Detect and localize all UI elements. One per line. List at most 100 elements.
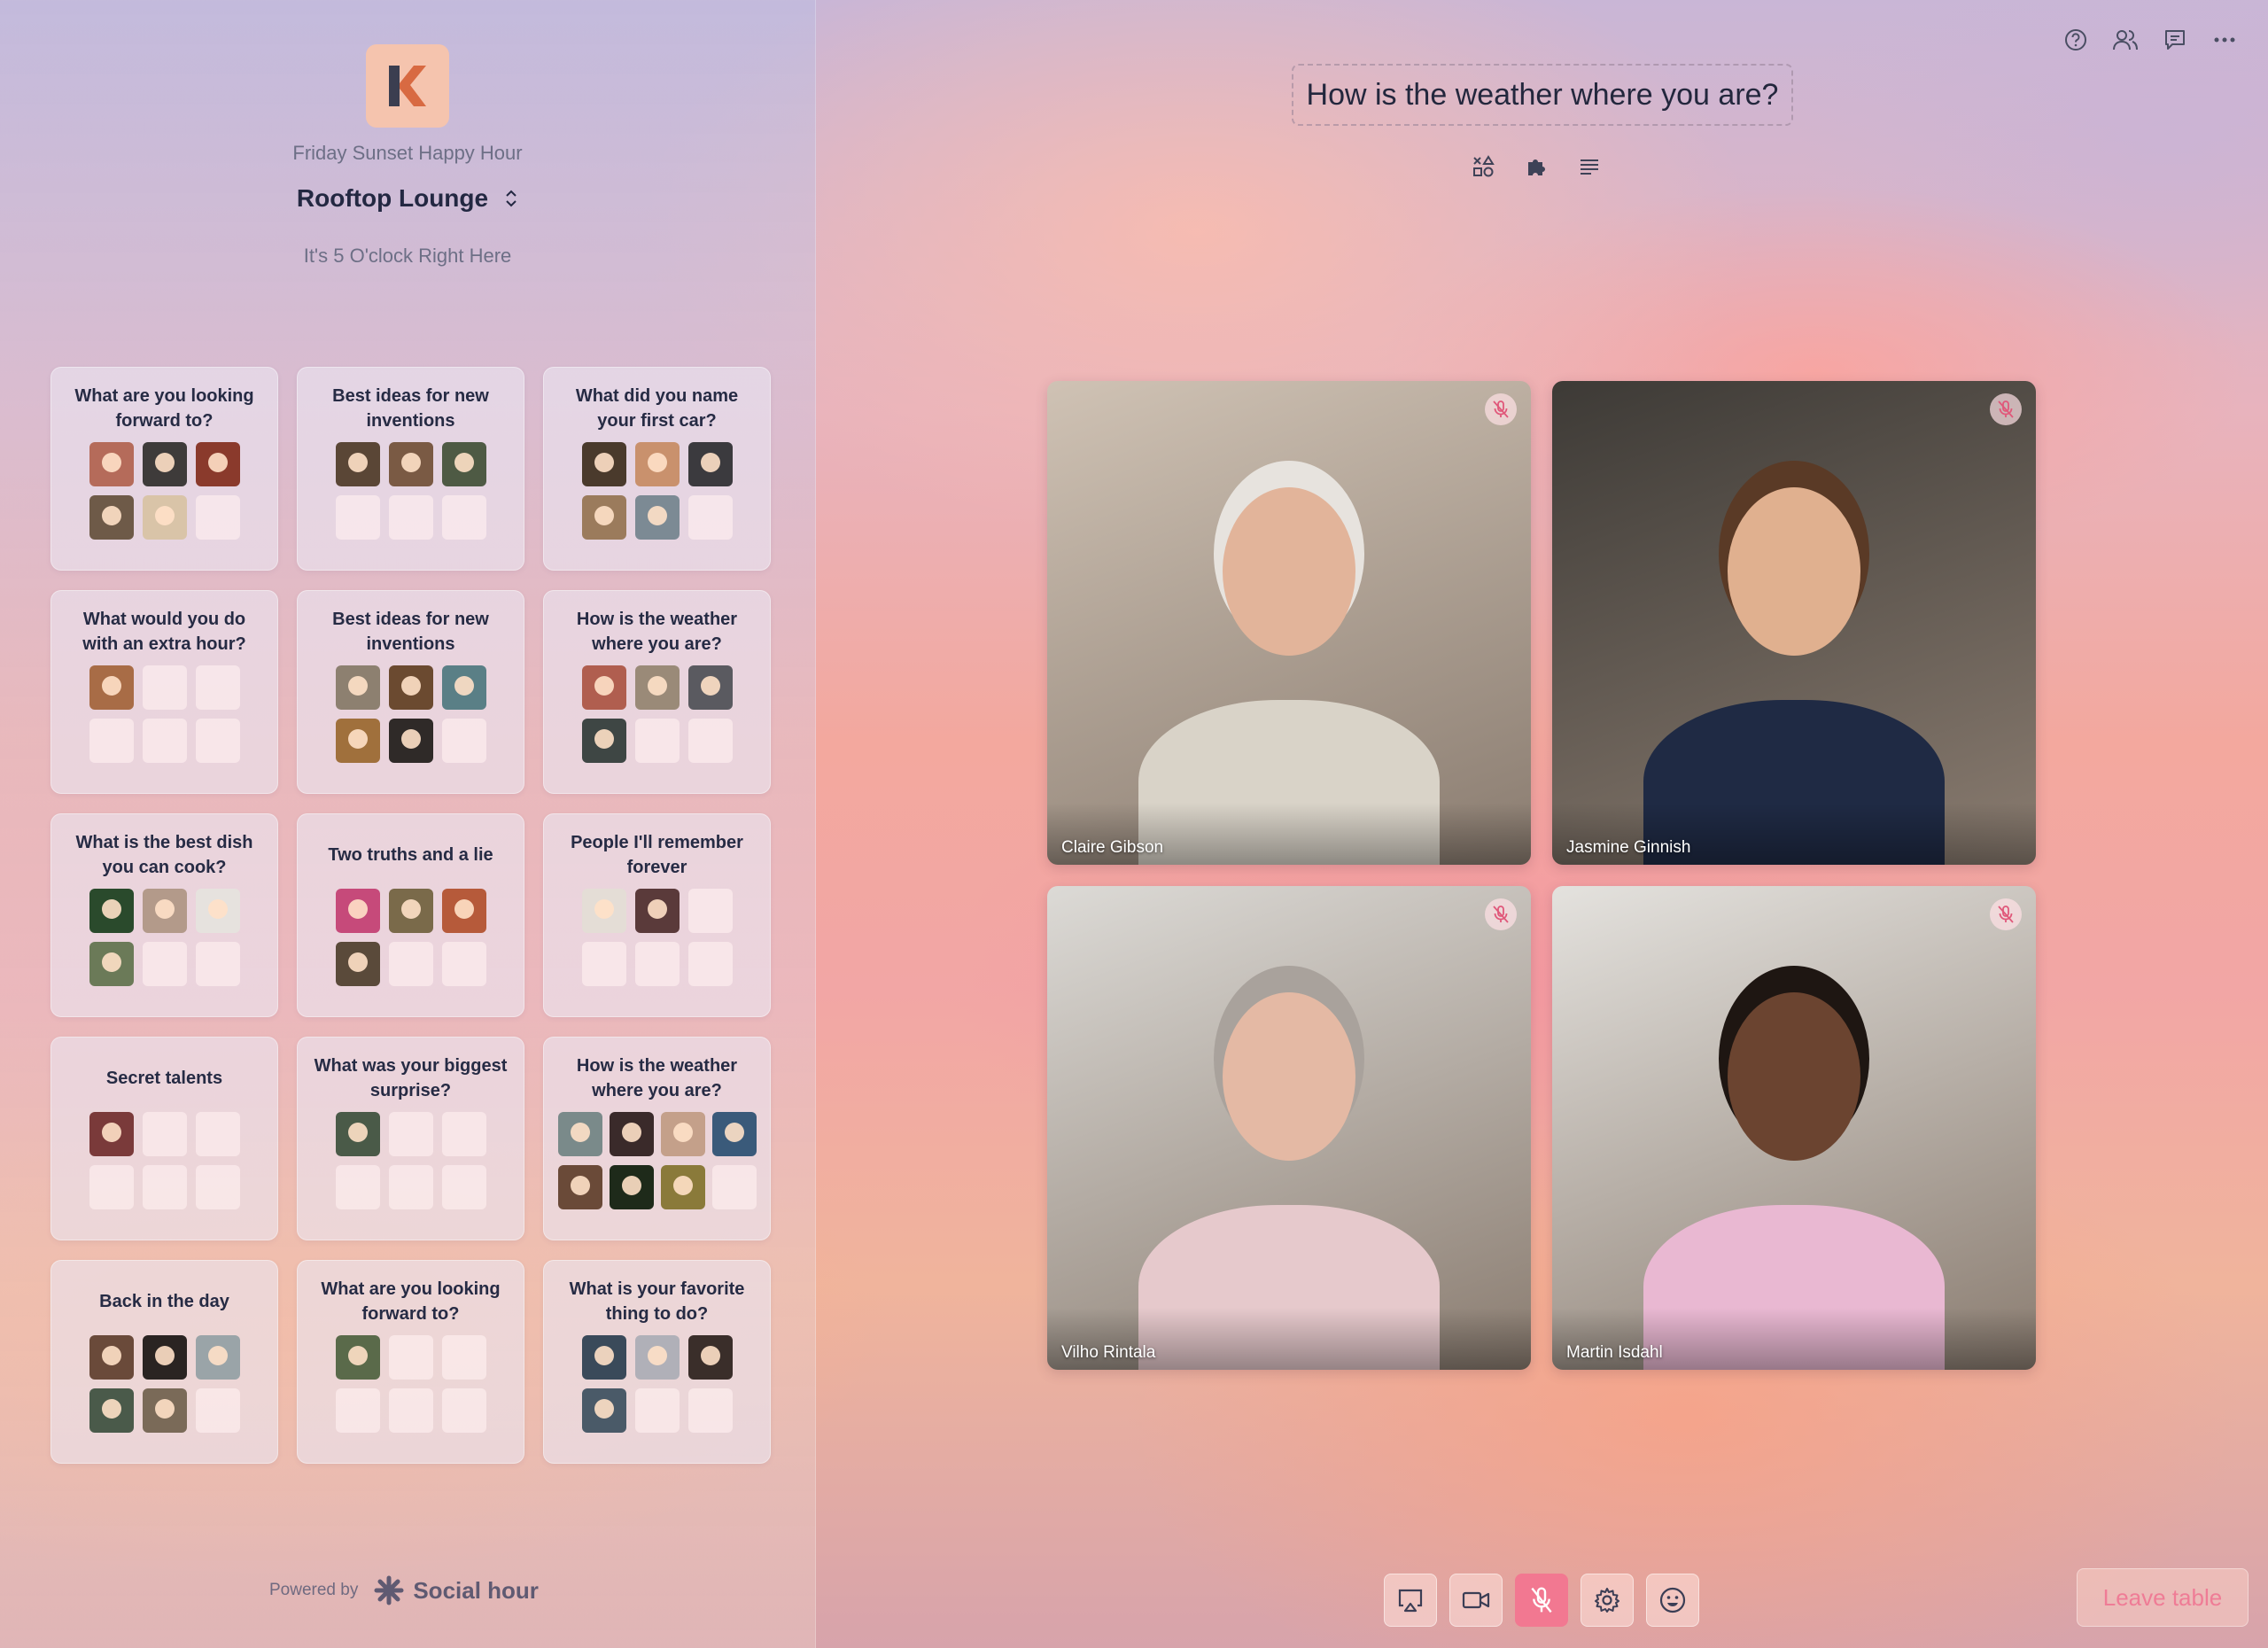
participant-avatar[interactable] — [441, 442, 486, 486]
mic-button[interactable] — [1515, 1574, 1568, 1627]
settings-button[interactable] — [1581, 1574, 1634, 1627]
table-card[interactable]: Secret talents — [50, 1037, 278, 1240]
empty-seat[interactable] — [441, 1388, 486, 1433]
participant-avatar[interactable] — [581, 889, 626, 933]
empty-seat[interactable] — [687, 719, 733, 763]
participant-avatar[interactable] — [581, 665, 626, 710]
empty-seat[interactable] — [634, 942, 680, 986]
participant-avatar[interactable] — [388, 442, 433, 486]
empty-seat[interactable] — [195, 665, 240, 710]
participant-avatar[interactable] — [687, 1335, 733, 1380]
participant-avatar[interactable] — [89, 1388, 134, 1433]
empty-seat[interactable] — [441, 495, 486, 540]
empty-seat[interactable] — [142, 1112, 187, 1156]
video-tile[interactable]: Claire Gibson — [1047, 381, 1531, 865]
shapes-icon[interactable] — [1471, 154, 1495, 179]
table-card[interactable]: What is your favorite thing to do? — [543, 1260, 771, 1464]
empty-seat[interactable] — [441, 1335, 486, 1380]
participant-avatar[interactable] — [335, 665, 380, 710]
empty-seat[interactable] — [142, 942, 187, 986]
empty-seat[interactable] — [335, 1165, 380, 1209]
table-card[interactable]: What would you do with an extra hour? — [50, 590, 278, 794]
participant-avatar[interactable] — [195, 1335, 240, 1380]
table-card[interactable]: How is the weather where you are? — [543, 1037, 771, 1240]
empty-seat[interactable] — [195, 1165, 240, 1209]
participant-avatar[interactable] — [335, 719, 380, 763]
empty-seat[interactable] — [335, 495, 380, 540]
empty-seat[interactable] — [142, 1165, 187, 1209]
participant-avatar[interactable] — [660, 1112, 705, 1156]
table-card[interactable]: Best ideas for new inventions — [297, 367, 524, 571]
participant-avatar[interactable] — [634, 495, 680, 540]
participant-avatar[interactable] — [142, 889, 187, 933]
leave-table-button[interactable]: Leave table — [2077, 1568, 2249, 1627]
camera-button[interactable] — [1449, 1574, 1503, 1627]
participant-avatar[interactable] — [89, 665, 134, 710]
empty-seat[interactable] — [142, 719, 187, 763]
participant-avatar[interactable] — [89, 1335, 134, 1380]
empty-seat[interactable] — [388, 1388, 433, 1433]
empty-seat[interactable] — [388, 942, 433, 986]
empty-seat[interactable] — [89, 1165, 134, 1209]
table-card[interactable]: Two truths and a lie — [297, 813, 524, 1017]
participant-avatar[interactable] — [711, 1112, 757, 1156]
empty-seat[interactable] — [388, 1165, 433, 1209]
empty-seat[interactable] — [195, 719, 240, 763]
empty-seat[interactable] — [441, 719, 486, 763]
participant-avatar[interactable] — [89, 1112, 134, 1156]
empty-seat[interactable] — [687, 1388, 733, 1433]
participant-avatar[interactable] — [388, 665, 433, 710]
table-card[interactable]: What is the best dish you can cook? — [50, 813, 278, 1017]
puzzle-icon[interactable] — [1524, 154, 1549, 179]
participant-avatar[interactable] — [581, 495, 626, 540]
empty-seat[interactable] — [195, 495, 240, 540]
participant-avatar[interactable] — [634, 665, 680, 710]
participant-avatar[interactable] — [634, 889, 680, 933]
participant-avatar[interactable] — [557, 1112, 602, 1156]
participant-avatar[interactable] — [660, 1165, 705, 1209]
more-icon[interactable] — [2211, 27, 2238, 53]
empty-seat[interactable] — [441, 942, 486, 986]
table-card[interactable]: How is the weather where you are? — [543, 590, 771, 794]
participant-avatar[interactable] — [581, 442, 626, 486]
table-card[interactable]: What are you looking forward to? — [297, 1260, 524, 1464]
empty-seat[interactable] — [388, 1335, 433, 1380]
participant-avatar[interactable] — [142, 495, 187, 540]
people-icon[interactable] — [2112, 27, 2139, 53]
empty-seat[interactable] — [687, 495, 733, 540]
table-card[interactable]: What did you name your first car? — [543, 367, 771, 571]
participant-avatar[interactable] — [634, 442, 680, 486]
participant-avatar[interactable] — [195, 889, 240, 933]
empty-seat[interactable] — [687, 889, 733, 933]
participant-avatar[interactable] — [441, 889, 486, 933]
empty-seat[interactable] — [711, 1165, 757, 1209]
participant-avatar[interactable] — [687, 442, 733, 486]
table-question[interactable]: How is the weather where you are? — [1292, 64, 1793, 126]
empty-seat[interactable] — [195, 942, 240, 986]
participant-avatar[interactable] — [634, 1335, 680, 1380]
participant-avatar[interactable] — [195, 442, 240, 486]
participant-avatar[interactable] — [557, 1165, 602, 1209]
participant-avatar[interactable] — [581, 1335, 626, 1380]
participant-avatar[interactable] — [581, 1388, 626, 1433]
participant-avatar[interactable] — [142, 1388, 187, 1433]
table-card[interactable]: People I'll remember forever — [543, 813, 771, 1017]
table-card[interactable]: Back in the day — [50, 1260, 278, 1464]
empty-seat[interactable] — [89, 719, 134, 763]
empty-seat[interactable] — [441, 1165, 486, 1209]
table-card[interactable]: What are you looking forward to? — [50, 367, 278, 571]
participant-avatar[interactable] — [89, 889, 134, 933]
empty-seat[interactable] — [388, 495, 433, 540]
table-card[interactable]: Best ideas for new inventions — [297, 590, 524, 794]
participant-avatar[interactable] — [441, 665, 486, 710]
chevron-up-down-icon[interactable] — [504, 188, 518, 209]
empty-seat[interactable] — [388, 1112, 433, 1156]
participant-avatar[interactable] — [335, 1335, 380, 1380]
participant-avatar[interactable] — [335, 1112, 380, 1156]
participant-avatar[interactable] — [89, 942, 134, 986]
participant-avatar[interactable] — [388, 889, 433, 933]
help-icon[interactable] — [2062, 27, 2089, 53]
participant-avatar[interactable] — [388, 719, 433, 763]
room-selector[interactable]: Rooftop Lounge — [0, 184, 815, 213]
empty-seat[interactable] — [441, 1112, 486, 1156]
